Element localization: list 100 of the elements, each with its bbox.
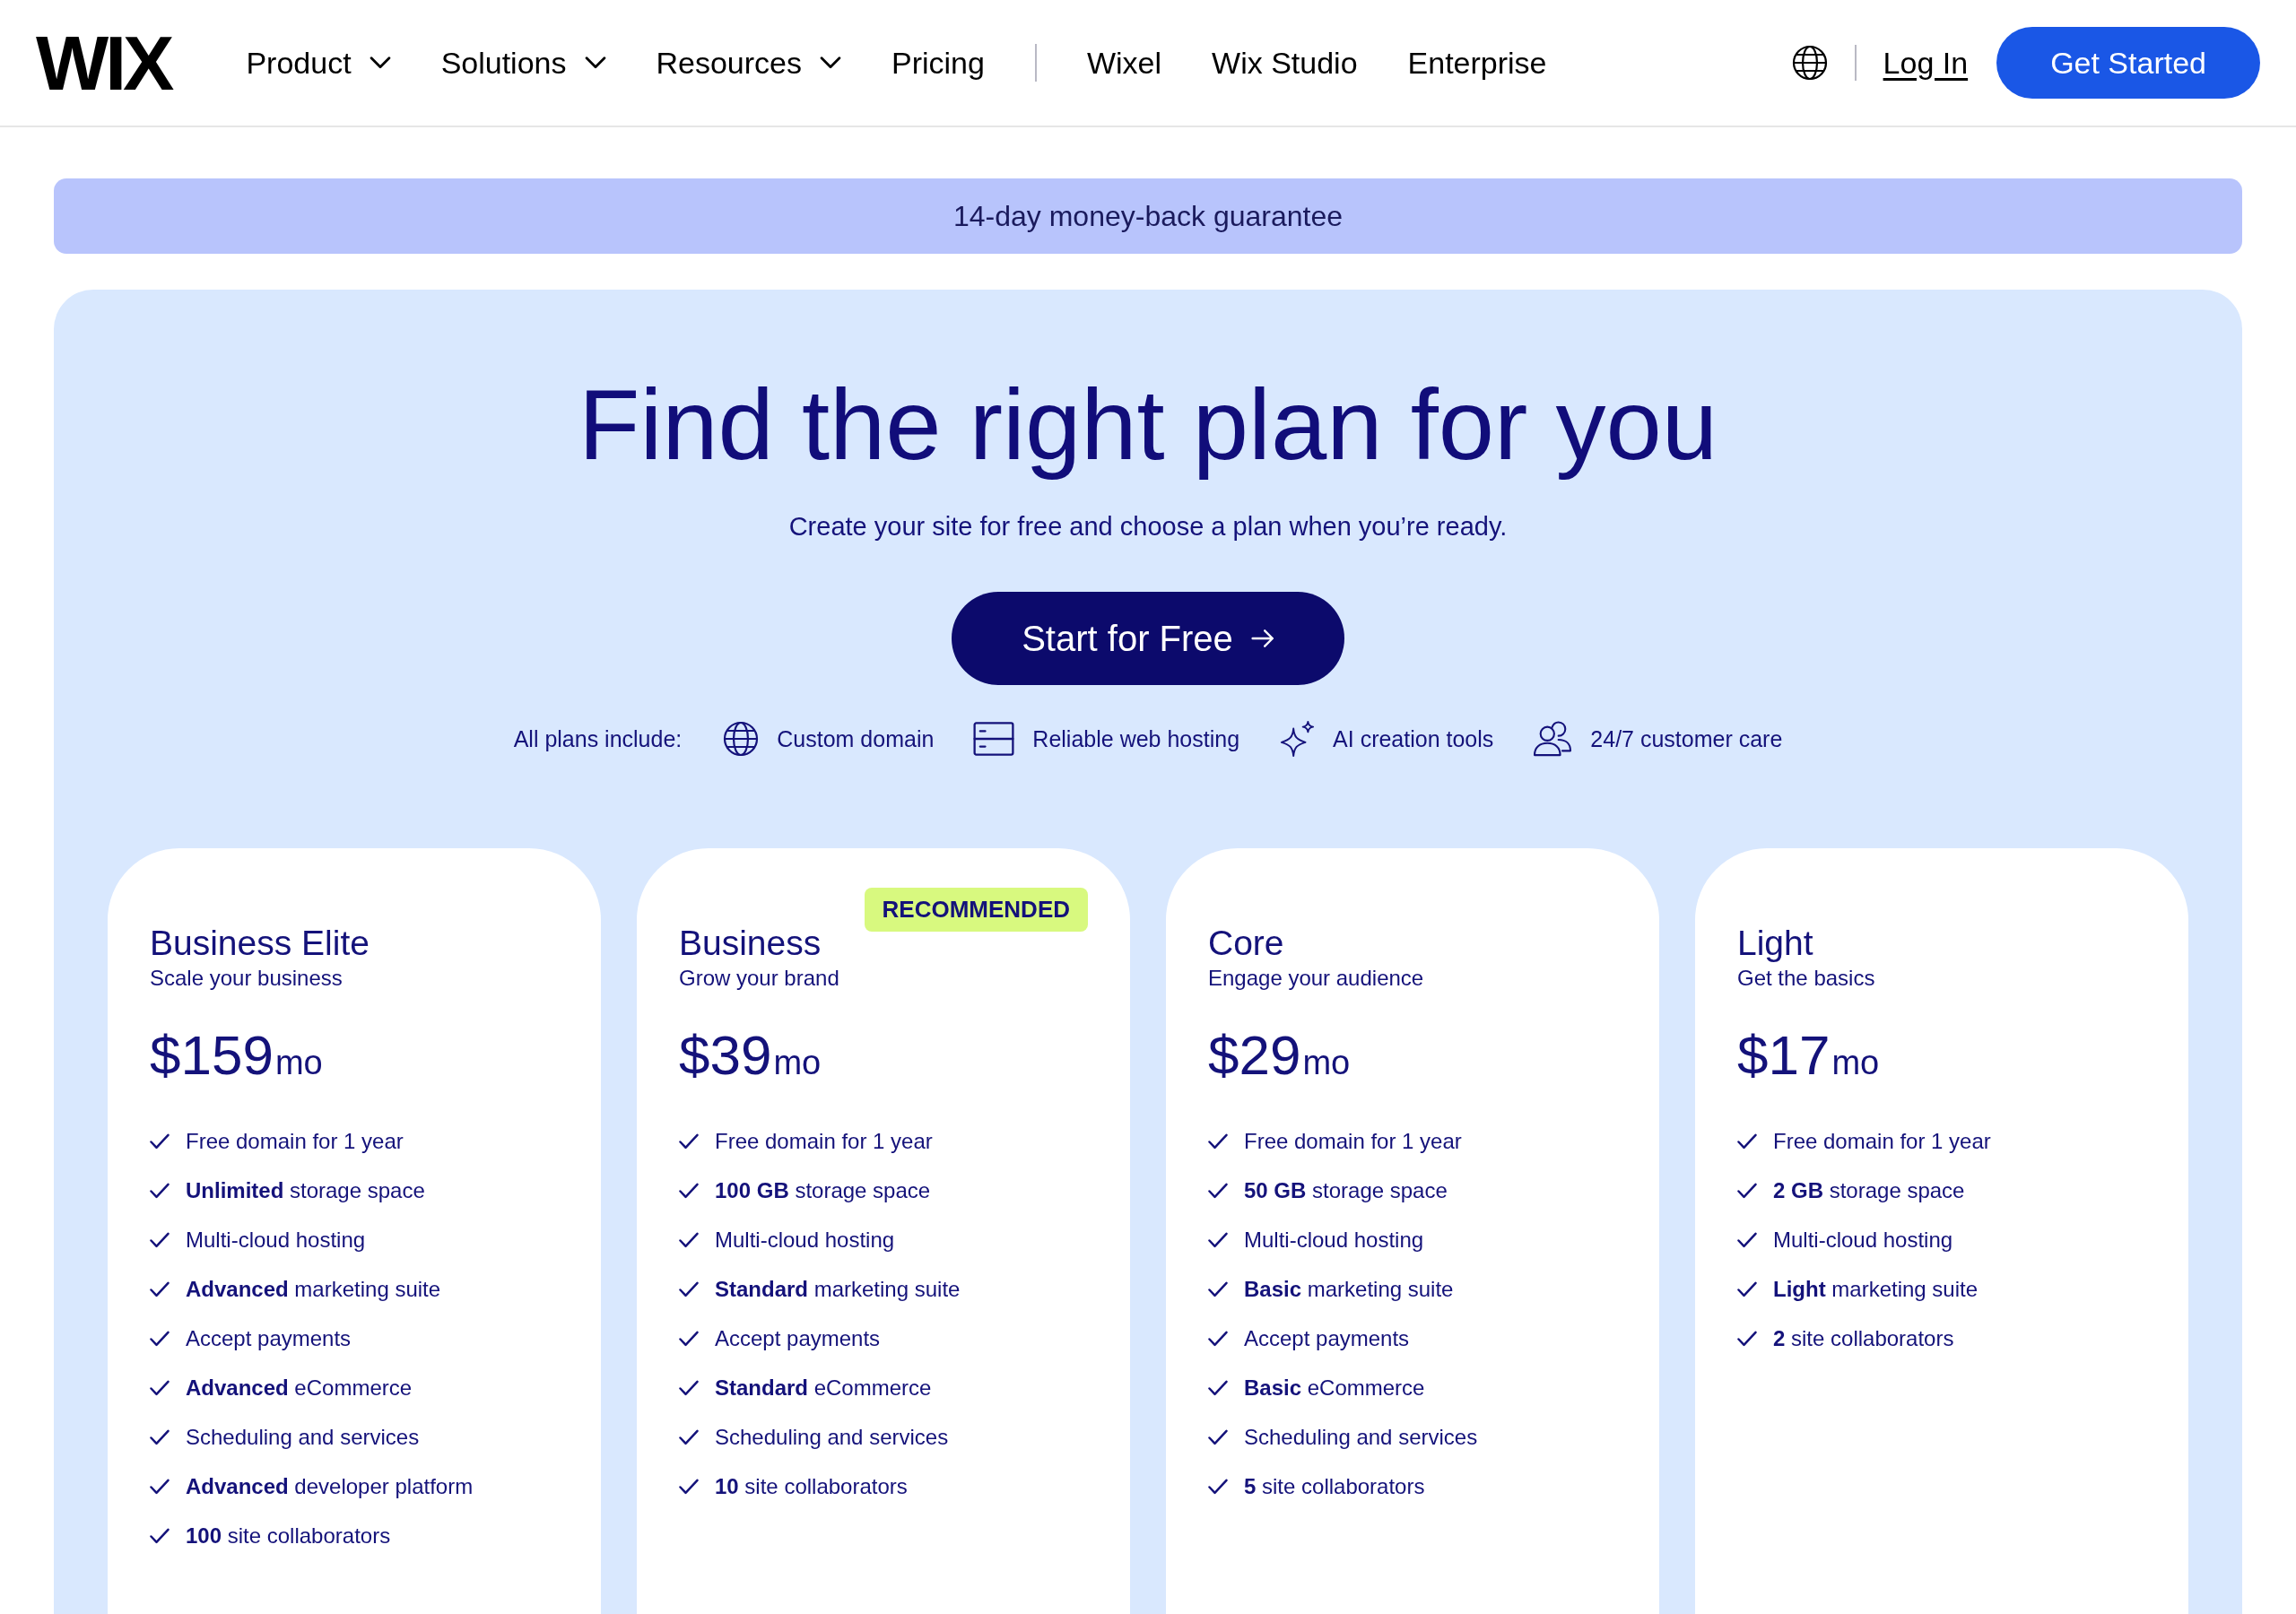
plan-feature: Unlimited storage space	[186, 1177, 425, 1203]
check-icon	[150, 1132, 170, 1150]
plan-feature: Scheduling and services	[1244, 1424, 1478, 1450]
check-icon	[150, 1428, 170, 1445]
plan-feature: Standard eCommerce	[715, 1375, 932, 1401]
plan-name: Core	[1208, 923, 1285, 964]
globe-icon[interactable]	[1791, 45, 1828, 81]
price-period: mo	[274, 1043, 323, 1083]
people-icon	[1533, 721, 1573, 757]
page-title: Find the right plan for you	[577, 368, 1719, 482]
plan-feature: Advanced developer platform	[186, 1473, 474, 1499]
check-icon	[1208, 1280, 1228, 1297]
nav-link[interactable]: Enterprise	[1407, 44, 1547, 82]
check-icon	[679, 1330, 699, 1347]
plan-feature: Standard marketing suite	[715, 1276, 961, 1302]
plan-feature: Free domain for 1 year	[1773, 1128, 1991, 1154]
price-amount: $29	[1208, 1023, 1301, 1088]
price-period: mo	[1302, 1043, 1351, 1083]
check-icon	[1208, 1330, 1228, 1347]
plan-feature: Advanced marketing suite	[186, 1276, 441, 1302]
plan-feature: 2 GB storage space	[1773, 1177, 1965, 1203]
globe-icon	[723, 721, 760, 757]
check-icon	[1737, 1132, 1757, 1150]
check-icon	[1208, 1379, 1228, 1396]
login-link[interactable]: Log In	[1883, 45, 1969, 81]
check-icon	[150, 1280, 170, 1297]
plan-feature: Accept payments	[186, 1325, 352, 1351]
plan-feature: Scheduling and services	[186, 1424, 420, 1450]
plan-feature: Basic eCommerce	[1244, 1375, 1425, 1401]
check-icon	[1737, 1280, 1757, 1297]
check-icon	[679, 1428, 699, 1445]
plan-feature: 2 site collaborators	[1773, 1325, 1954, 1351]
plan-feature: Multi-cloud hosting	[715, 1227, 895, 1253]
nav-menu-button[interactable]: Pricing	[891, 44, 985, 82]
check-icon	[679, 1182, 699, 1199]
check-icon	[1208, 1132, 1228, 1150]
plan-feature: Multi-cloud hosting	[186, 1227, 366, 1253]
start-for-free-button[interactable]: Start for Free	[952, 592, 1344, 685]
check-icon	[1737, 1182, 1757, 1199]
plan-feature: Scheduling and services	[715, 1424, 949, 1450]
includes-label: All plans include:	[513, 725, 683, 752]
nav-menu-button[interactable]: Product	[246, 44, 391, 82]
check-icon	[150, 1379, 170, 1396]
price-period: mo	[773, 1043, 822, 1083]
price-amount: $39	[679, 1023, 772, 1088]
page-subtitle: Create your site for free and choose a plan when you’re ready.	[787, 511, 1509, 542]
included-feature: Custom domain	[777, 725, 935, 752]
plan-feature: 5 site collaborators	[1244, 1473, 1425, 1499]
check-icon	[1208, 1428, 1228, 1445]
check-icon	[1737, 1231, 1757, 1248]
nav-menu-button[interactable]: Resources	[656, 44, 841, 82]
plan-feature: Basic marketing suite	[1244, 1276, 1454, 1302]
plan-tagline: Get the basics	[1737, 965, 1876, 992]
plan-tagline: Engage your audience	[1208, 965, 1425, 992]
check-icon	[679, 1379, 699, 1396]
plan-feature: 10 site collaborators	[715, 1473, 908, 1499]
check-icon	[150, 1182, 170, 1199]
plan-feature: Accept payments	[715, 1325, 881, 1351]
get-started-button[interactable]: Get Started	[1996, 27, 2260, 99]
sparkle-icon	[1279, 721, 1316, 757]
plan-feature: 100 site collaborators	[186, 1523, 391, 1549]
check-icon	[150, 1478, 170, 1495]
check-icon	[1208, 1231, 1228, 1248]
included-feature: AI creation tools	[1333, 725, 1494, 752]
nav-link[interactable]: Wixel	[1086, 44, 1162, 82]
plan-feature: Accept payments	[1244, 1325, 1410, 1351]
check-icon	[1208, 1182, 1228, 1199]
plan-feature: Light marketing suite	[1773, 1276, 1979, 1302]
plan-name: Light	[1737, 923, 1814, 964]
check-icon	[150, 1231, 170, 1248]
included-feature: 24/7 customer care	[1590, 725, 1783, 752]
plan-feature: Multi-cloud hosting	[1773, 1227, 1953, 1253]
check-icon	[1737, 1330, 1757, 1347]
check-icon	[1208, 1478, 1228, 1495]
price-amount: $159	[150, 1023, 274, 1088]
included-feature: Reliable web hosting	[1032, 725, 1240, 752]
price-period: mo	[1831, 1043, 1880, 1083]
plan-feature: 50 GB storage space	[1244, 1177, 1448, 1203]
check-icon	[150, 1330, 170, 1347]
plan-name: Business Elite	[150, 923, 370, 964]
nav-link[interactable]: Wix Studio	[1212, 44, 1358, 82]
guarantee-banner: 14-day money-back guarantee	[54, 178, 2242, 254]
check-icon	[679, 1132, 699, 1150]
plan-feature: 100 GB storage space	[715, 1177, 931, 1203]
plan-tagline: Scale your business	[150, 965, 344, 992]
plan-name: Business	[679, 923, 822, 964]
plan-feature: Free domain for 1 year	[186, 1128, 404, 1154]
plan-badge: RECOMMENDED	[864, 888, 1088, 932]
plan-feature: Free domain for 1 year	[1244, 1128, 1462, 1154]
logo[interactable]: WIX	[36, 24, 171, 101]
nav-menu-button[interactable]: Solutions	[440, 44, 606, 82]
plan-feature: Multi-cloud hosting	[1244, 1227, 1424, 1253]
server-icon	[973, 722, 1015, 756]
check-icon	[679, 1280, 699, 1297]
plan-tagline: Grow your brand	[679, 965, 840, 992]
price-amount: $17	[1737, 1023, 1831, 1088]
plan-feature: Advanced eCommerce	[186, 1375, 413, 1401]
plan-feature: Free domain for 1 year	[715, 1128, 933, 1154]
check-icon	[679, 1231, 699, 1248]
check-icon	[679, 1478, 699, 1495]
